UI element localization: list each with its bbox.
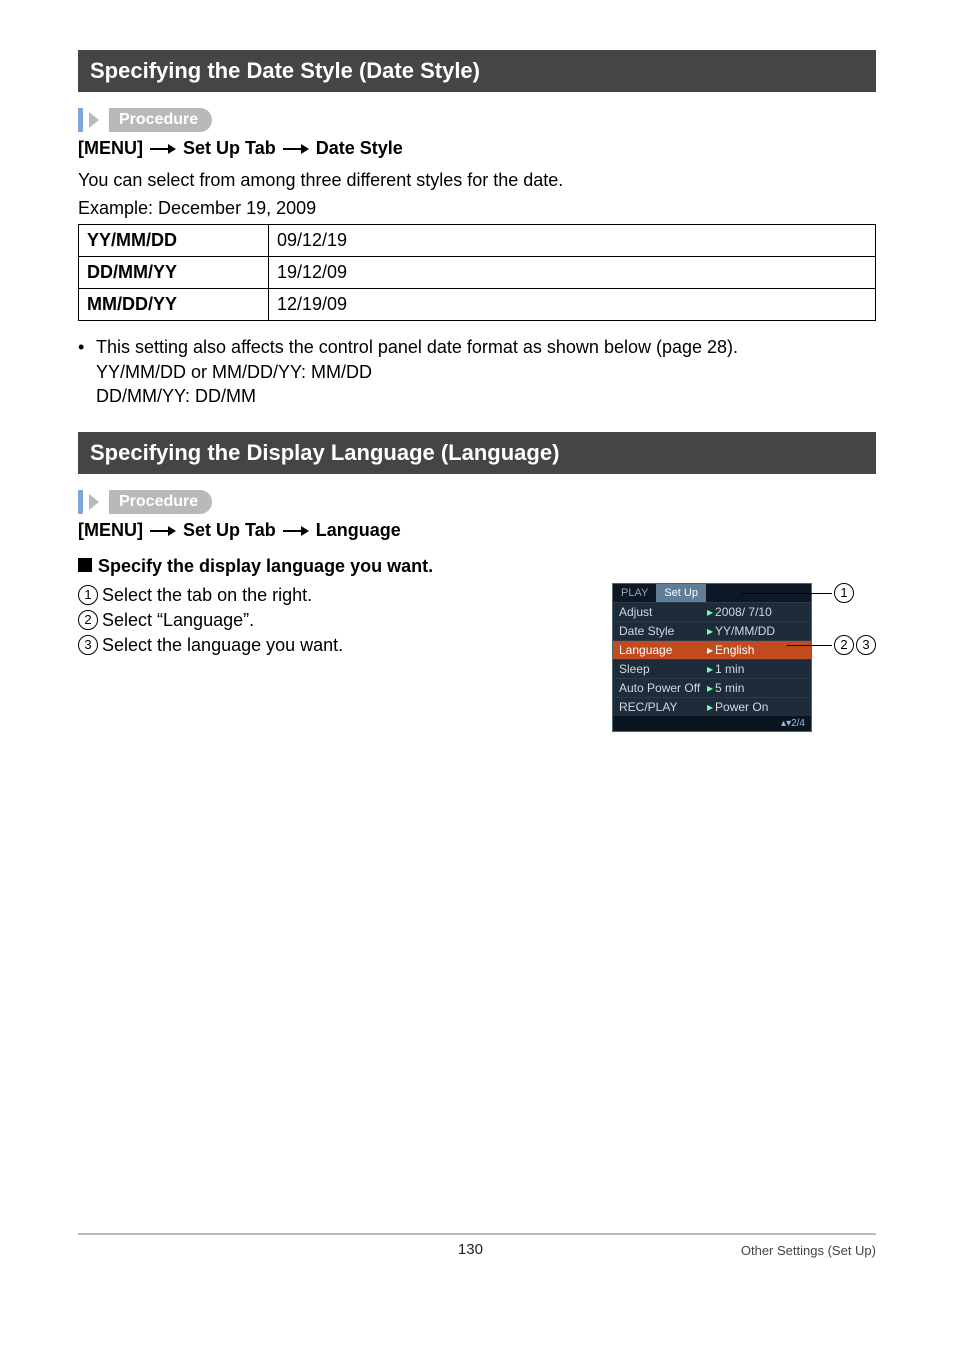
- table-row: MM/DD/YY 12/19/09: [79, 289, 876, 321]
- chevron-right-icon: ▸: [707, 624, 713, 638]
- camera-menu-figure: PLAY Set Up Adjust▸2008/ 7/10 Date Style…: [612, 583, 876, 733]
- path-part: [MENU]: [78, 520, 143, 540]
- leader-line: [787, 645, 832, 646]
- procedure-bar-icon: [78, 108, 83, 132]
- camera-menu-row-highlighted: Language▸English: [613, 640, 811, 659]
- path-part: Set Up Tab: [183, 520, 276, 540]
- date-format-label: YY/MM/DD: [79, 225, 269, 257]
- step-text: Select “Language”.: [102, 608, 254, 633]
- note-block: • This setting also affects the control …: [78, 335, 876, 408]
- date-format-label: MM/DD/YY: [79, 289, 269, 321]
- camera-menu-footer: ▴▾2/4: [613, 716, 811, 731]
- chevron-right-icon: ▸: [707, 662, 713, 676]
- procedure-label: Procedure: [109, 108, 212, 132]
- camera-menu-row: Date Style▸YY/MM/DD: [613, 621, 811, 640]
- step-text: Select the tab on the right.: [102, 583, 312, 608]
- step-text: Select the language you want.: [102, 633, 343, 658]
- procedure-label: Procedure: [109, 490, 212, 514]
- intro-text: You can select from among three differen…: [78, 168, 876, 192]
- procedure-arrow-icon: [89, 490, 103, 514]
- arrow-right-icon: [283, 139, 309, 160]
- note-text: DD/MM/YY: DD/MM: [96, 384, 876, 408]
- footer-section-label: Other Settings (Set Up): [741, 1243, 876, 1258]
- callout-2-icon: 2: [834, 635, 854, 655]
- camera-menu-row: Sleep▸1 min: [613, 659, 811, 678]
- page-number: 130: [200, 1241, 741, 1258]
- arrow-right-icon: [283, 521, 309, 542]
- circled-number-icon: 2: [78, 610, 98, 630]
- path-part: Language: [316, 520, 401, 540]
- list-item: 3 Select the language you want.: [78, 633, 612, 658]
- menu-path-language: [MENU] Set Up Tab Language: [78, 520, 876, 542]
- path-part: Date Style: [316, 138, 403, 158]
- path-part: [MENU]: [78, 138, 143, 158]
- camera-tab-setup: Set Up: [656, 584, 706, 602]
- example-text: Example: December 19, 2009: [78, 196, 876, 220]
- camera-menu-row: REC/PLAY▸Power On: [613, 697, 811, 716]
- section-title-date-style: Specifying the Date Style (Date Style): [78, 50, 876, 92]
- arrow-right-icon: [150, 521, 176, 542]
- step-list: 1 Select the tab on the right. 2 Select …: [78, 583, 612, 659]
- circled-number-icon: 3: [78, 635, 98, 655]
- date-format-label: DD/MM/YY: [79, 257, 269, 289]
- chevron-right-icon: ▸: [707, 605, 713, 619]
- menu-path-date-style: [MENU] Set Up Tab Date Style: [78, 138, 876, 160]
- circled-number-icon: 1: [78, 585, 98, 605]
- list-item: 1 Select the tab on the right.: [78, 583, 612, 608]
- camera-menu-row: Adjust▸2008/ 7/10: [613, 602, 811, 621]
- callout-1-icon: 1: [834, 583, 854, 603]
- table-row: DD/MM/YY 19/12/09: [79, 257, 876, 289]
- camera-menu-row: Auto Power Off▸5 min: [613, 678, 811, 697]
- path-part: Set Up Tab: [183, 138, 276, 158]
- note-text: YY/MM/DD or MM/DD/YY: MM/DD: [96, 360, 876, 384]
- bullet-icon: •: [78, 335, 96, 359]
- procedure-heading: Procedure: [78, 490, 876, 514]
- chevron-right-icon: ▸: [707, 700, 713, 714]
- date-format-value: 19/12/09: [269, 257, 876, 289]
- date-format-value: 09/12/19: [269, 225, 876, 257]
- subheading-text: Specify the display language you want.: [98, 556, 433, 576]
- callout-3-icon: 3: [856, 635, 876, 655]
- procedure-arrow-icon: [89, 108, 103, 132]
- chevron-right-icon: ▸: [707, 681, 713, 695]
- square-bullet-icon: [78, 558, 92, 572]
- chevron-right-icon: ▸: [707, 643, 713, 657]
- procedure-heading: Procedure: [78, 108, 876, 132]
- arrow-right-icon: [150, 139, 176, 160]
- date-style-table: YY/MM/DD 09/12/19 DD/MM/YY 19/12/09 MM/D…: [78, 224, 876, 321]
- subheading: Specify the display language you want.: [78, 556, 876, 577]
- procedure-bar-icon: [78, 490, 83, 514]
- camera-tab-play: PLAY: [613, 584, 656, 602]
- section-title-language: Specifying the Display Language (Languag…: [78, 432, 876, 474]
- camera-menu: PLAY Set Up Adjust▸2008/ 7/10 Date Style…: [612, 583, 812, 732]
- note-text: This setting also affects the control pa…: [96, 335, 738, 359]
- date-format-value: 12/19/09: [269, 289, 876, 321]
- page-footer: 130 Other Settings (Set Up): [78, 1233, 876, 1258]
- table-row: YY/MM/DD 09/12/19: [79, 225, 876, 257]
- list-item: 2 Select “Language”.: [78, 608, 612, 633]
- leader-line: [742, 593, 832, 594]
